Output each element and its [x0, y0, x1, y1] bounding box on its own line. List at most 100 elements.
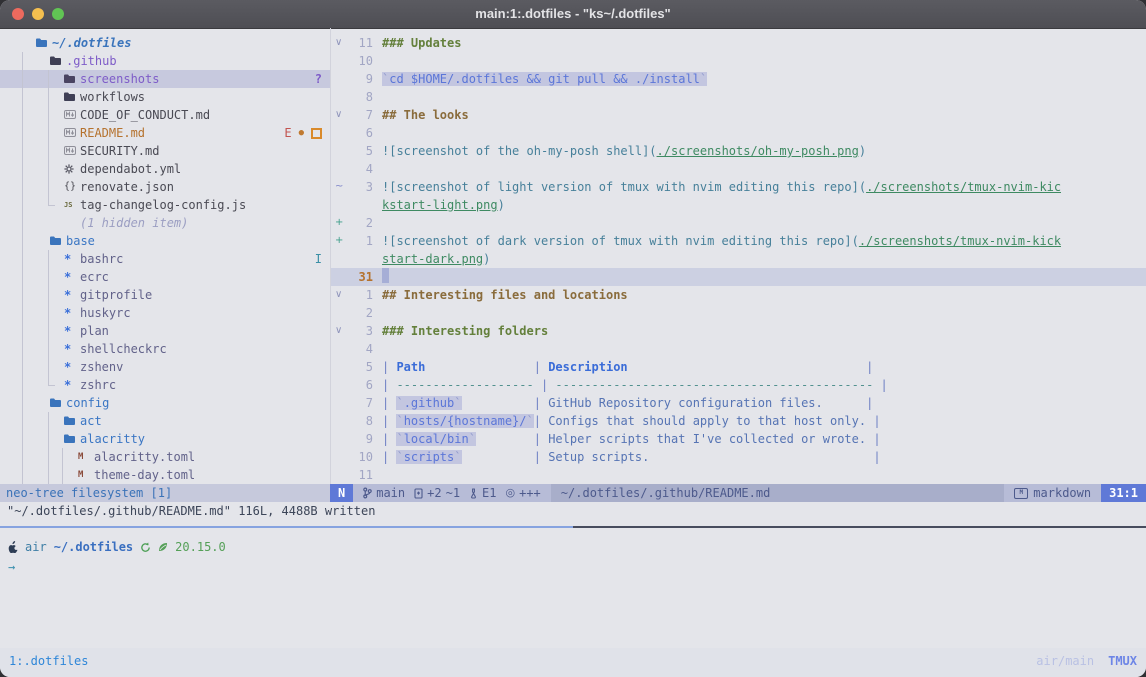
- tree-item-renovate.json[interactable]: {}renovate.json: [0, 178, 330, 196]
- line-text: | ------------------- | ----------------…: [382, 376, 888, 394]
- tree-item-ecrc[interactable]: *ecrc: [0, 268, 330, 286]
- tree-item-config[interactable]: config: [0, 394, 330, 412]
- text-cursor: [382, 268, 389, 283]
- editor-line[interactable]: ∨1## Interesting files and locations: [331, 286, 1146, 304]
- tree-item-tag-changelog-config.js[interactable]: JS tag-changelog-config.js: [0, 196, 330, 214]
- tree-item-~-.dotfiles[interactable]: ~/.dotfiles: [0, 34, 330, 52]
- editor-line[interactable]: ∨3### Interesting folders: [331, 322, 1146, 340]
- tree-item-plan[interactable]: *plan: [0, 322, 330, 340]
- git-branch-icon: [363, 487, 372, 499]
- line-text: `cd $HOME/.dotfiles && git pull && ./ins…: [382, 70, 707, 88]
- nodejs-leaf-icon: [158, 542, 168, 552]
- indent-guide: [22, 52, 23, 70]
- folder-icon: [50, 236, 61, 246]
- editor-line[interactable]: 4: [331, 160, 1146, 178]
- line-text: ![screenshot of the oh-my-posh shell](./…: [382, 142, 866, 160]
- cursor-position: 31:1: [1101, 484, 1146, 502]
- tree-item-label: ~/.dotfiles: [52, 34, 131, 52]
- tree-item-workflows[interactable]: workflows: [0, 88, 330, 106]
- editor-line[interactable]: ~3![screenshot of light version of tmux …: [331, 178, 1146, 196]
- indent-guide: [48, 340, 49, 358]
- editor-line[interactable]: 9| `local/bin` | Helper scripts that I'v…: [331, 430, 1146, 448]
- tree-item-shellcheckrc[interactable]: *shellcheckrc: [0, 340, 330, 358]
- tree-item-alacritty[interactable]: alacritty: [0, 430, 330, 448]
- editor-line[interactable]: 6: [331, 124, 1146, 142]
- line-number: [349, 250, 373, 268]
- tree-item-label: act: [80, 412, 102, 430]
- editor-line[interactable]: 10: [331, 52, 1146, 70]
- line-number: 9: [349, 430, 373, 448]
- tmux-window-label[interactable]: 1:.dotfiles: [9, 652, 88, 670]
- info-badge: I: [315, 250, 322, 268]
- editor-line-current[interactable]: 31: [331, 268, 1146, 286]
- tree-item-security.md[interactable]: SECURITY.md: [0, 142, 330, 160]
- editor-line[interactable]: 4: [331, 340, 1146, 358]
- indent-guide: [48, 106, 49, 124]
- tree-item-label: plan: [80, 322, 109, 340]
- editor-buffer[interactable]: ∨11### Updates109`cd $HOME/.dotfiles && …: [331, 34, 1146, 484]
- editor-line[interactable]: ∨11### Updates: [331, 34, 1146, 52]
- tree-item-label: dependabot.yml: [80, 160, 181, 178]
- line-number: 3: [349, 178, 373, 196]
- tree-item-code-of-conduct.md[interactable]: CODE_OF_CONDUCT.md: [0, 106, 330, 124]
- tree-item-.github[interactable]: .github: [0, 52, 330, 70]
- editor-line[interactable]: 8: [331, 88, 1146, 106]
- tree-item-label: config: [66, 394, 109, 412]
- editor-line[interactable]: 6| ------------------- | ---------------…: [331, 376, 1146, 394]
- editor-line[interactable]: 5| Path | Description |: [331, 358, 1146, 376]
- tree-item-label: tag-changelog-config.js: [80, 196, 246, 214]
- tree-item-base[interactable]: base: [0, 232, 330, 250]
- fold-marker[interactable]: ∨: [335, 106, 349, 124]
- tree-item-act[interactable]: act: [0, 412, 330, 430]
- tree-item-gitprofile[interactable]: * gitprofile: [0, 286, 330, 304]
- gutter: [335, 394, 349, 412]
- editor-line[interactable]: +1![screenshot of dark version of tmux w…: [331, 232, 1146, 250]
- editor-line[interactable]: 2: [331, 304, 1146, 322]
- editor-line[interactable]: kstart-light.png): [331, 196, 1146, 214]
- tmux-pane-border[interactable]: [0, 526, 1146, 528]
- tree-item-label: workflows: [80, 88, 145, 106]
- fold-marker[interactable]: ∨: [335, 286, 349, 304]
- indent-guide: [22, 178, 23, 196]
- tree-item-zshrc[interactable]: *zshrc: [0, 376, 330, 394]
- tree-item-alacritty.toml[interactable]: Malacritty.toml: [0, 448, 330, 466]
- gutter: [335, 412, 349, 430]
- tree-item-label: screenshots: [80, 70, 159, 88]
- tree-item-label: gitprofile: [80, 286, 152, 304]
- rc-file-icon: *: [64, 286, 71, 304]
- tree-item-screenshots[interactable]: screenshots?: [0, 70, 330, 88]
- fold-marker[interactable]: ∨: [335, 34, 349, 52]
- indent-guide: [22, 142, 23, 160]
- tree-item-label: huskyrc: [80, 304, 131, 322]
- tree-item-label: shellcheckrc: [80, 340, 167, 358]
- editor-line[interactable]: 9`cd $HOME/.dotfiles && git pull && ./in…: [331, 70, 1146, 88]
- line-number: 11: [349, 466, 373, 484]
- tree-item-bashrc[interactable]: *bashrcI: [0, 250, 330, 268]
- javascript-icon: JS: [64, 196, 72, 214]
- tree-item-readme.md[interactable]: README.mdE●: [0, 124, 330, 142]
- shell-pane[interactable]: air ~/.dotfiles 20.15.0 →: [0, 530, 1146, 648]
- indent-guide: [48, 70, 49, 88]
- tree-item--1-hidden-item-[interactable]: (1 hidden item): [0, 214, 330, 232]
- vim-cmdline-message: "~/.dotfiles/.github/README.md" 116L, 44…: [7, 502, 375, 520]
- editor-line[interactable]: +2: [331, 214, 1146, 232]
- tree-item-huskyrc[interactable]: *huskyrc: [0, 304, 330, 322]
- editor-line[interactable]: ∨7## The looks: [331, 106, 1146, 124]
- editor-line[interactable]: 7| `.github` | GitHub Repository configu…: [331, 394, 1146, 412]
- editor-line[interactable]: 10| `scripts` | Setup scripts. |: [331, 448, 1146, 466]
- fold-marker[interactable]: ∨: [335, 322, 349, 340]
- line-number: 7: [349, 394, 373, 412]
- tree-item-zshenv[interactable]: *zshenv: [0, 358, 330, 376]
- editor-line[interactable]: 5 ![screenshot of the oh-my-posh shell](.…: [331, 142, 1146, 160]
- editor-line[interactable]: 11: [331, 466, 1146, 484]
- editor-line[interactable]: 8| `hosts/{hostname}/`| Configs that sho…: [331, 412, 1146, 430]
- prompt-arrow[interactable]: →: [8, 558, 15, 576]
- editor-line[interactable]: start-dark.png): [331, 250, 1146, 268]
- line-number: 5: [349, 358, 373, 376]
- tree-item-dependabot.yml[interactable]: dependabot.yml: [0, 160, 330, 178]
- window-title: main:1:.dotfiles - "ks~/.dotfiles": [0, 0, 1146, 28]
- vim-statusline: N main +2 ~1 E1 ◎ +++: [330, 484, 1146, 502]
- indent-guide: [48, 286, 49, 304]
- tree-item-theme-day.toml[interactable]: Mtheme-day.toml: [0, 466, 330, 484]
- line-number: 5: [349, 142, 373, 160]
